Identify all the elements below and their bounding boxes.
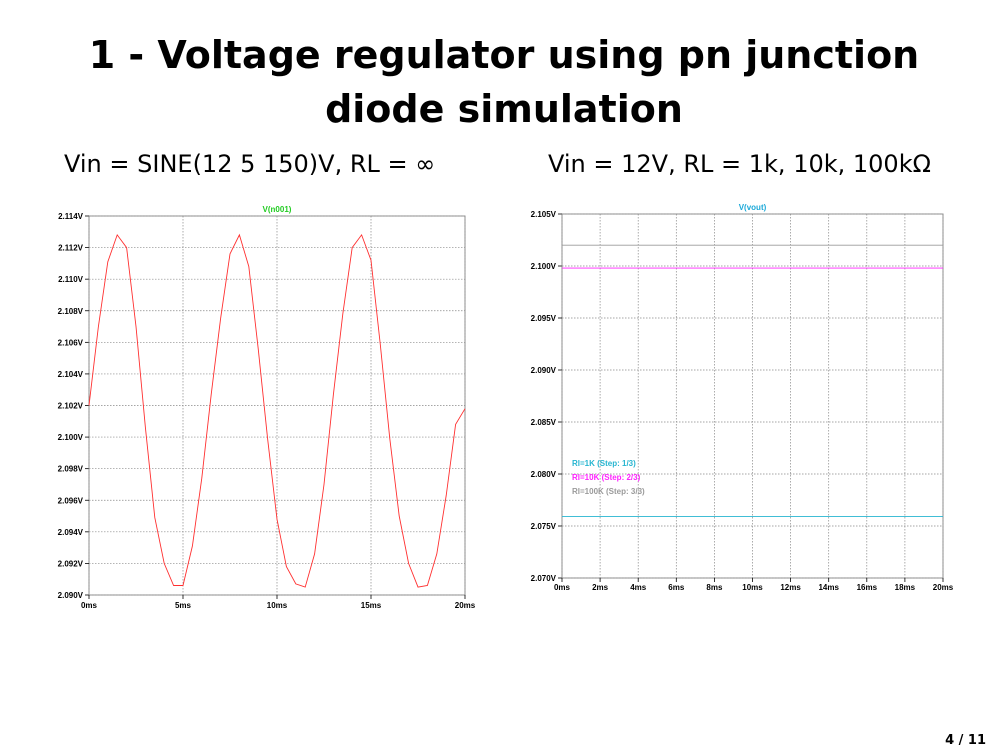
right-x-tick-label: 2ms: [592, 583, 609, 592]
right-x-tick-label: 8ms: [706, 583, 723, 592]
left-y-tick-label: 2.110V: [58, 275, 84, 284]
right-chart-caption: Vin = 12V, RL = 1k, 10k, 100kΩ: [548, 150, 931, 178]
left-y-tick-label: 2.114V: [58, 212, 84, 221]
right-y-tick-label: 2.105V: [531, 210, 557, 219]
left-y-tick-label: 2.104V: [58, 370, 84, 379]
left-y-tick-label: 2.094V: [58, 528, 84, 537]
right-x-tick-label: 12ms: [780, 583, 801, 592]
left-x-tick-label: 10ms: [267, 601, 288, 610]
right-legend-entry: Rl=100K (Step: 3/3): [572, 487, 645, 496]
left-y-tick-label: 2.108V: [58, 307, 84, 316]
right-x-tick-label: 6ms: [668, 583, 685, 592]
left-chart-svg: 2.090V 2.092V 2.094V 2.096V 2.098V 2.100V 2.10…: [58, 205, 476, 610]
right-x-tick-label: 20ms: [933, 583, 954, 592]
right-x-tick-label: 4ms: [630, 583, 647, 592]
right-y-tick-label: 2.095V: [531, 314, 557, 323]
right-x-tick-label: 10ms: [742, 583, 763, 592]
right-y-tick-label: 2.080V: [531, 470, 557, 479]
left-y-tick-label: 2.100V: [58, 433, 84, 442]
left-y-tick-label: 2.096V: [58, 496, 84, 505]
left-x-tick-label: 5ms: [175, 601, 192, 610]
right-y-tick-label: 2.090V: [531, 366, 557, 375]
left-y-tick-label: 2.112V: [58, 244, 84, 253]
left-y-tick-label: 2.098V: [58, 465, 84, 474]
right-legend-entry: Rl=1K (Step: 1/3): [572, 459, 636, 468]
left-chart-caption: Vin = SINE(12 5 150)V, RL = ∞: [64, 150, 436, 178]
right-y-tick-label: 2.070V: [531, 574, 557, 583]
left-y-tick-label: 2.106V: [58, 338, 84, 347]
left-x-tick-label: 15ms: [361, 601, 382, 610]
right-chart-svg: 2.070V 2.075V 2.080V 2.085V 2.090V 2.095V 2.10…: [531, 203, 954, 592]
left-chart-title: V(n001): [263, 205, 292, 214]
right-chart-title: V(vout): [739, 203, 767, 212]
load-step-plot: 2.070V 2.075V 2.080V 2.085V 2.090V 2.095V 2.10…: [527, 200, 959, 598]
left-y-tick-label: 2.090V: [58, 591, 84, 600]
right-legend-entry: Rl=10K (Step: 2/3): [572, 473, 641, 482]
right-x-tick-label: 18ms: [895, 583, 916, 592]
right-x-tick-label: 16ms: [857, 583, 878, 592]
right-x-tick-label: 14ms: [818, 583, 839, 592]
right-x-tick-label: 0ms: [554, 583, 571, 592]
page-number: 4 / 11: [945, 733, 986, 748]
slide-title: 1 - Voltage regulator using pn junction …: [88, 33, 920, 131]
right-y-tick-label: 2.075V: [531, 522, 557, 531]
left-x-tick-label: 20ms: [455, 601, 476, 610]
right-y-tick-label: 2.085V: [531, 418, 557, 427]
right-y-tick-label: 2.100V: [531, 262, 557, 271]
left-y-tick-label: 2.102V: [58, 402, 84, 411]
sine-input-plot: 2.090V 2.092V 2.094V 2.096V 2.098V 2.100V 2.10…: [48, 202, 480, 614]
left-x-tick-label: 0ms: [81, 601, 98, 610]
left-y-tick-label: 2.092V: [58, 559, 84, 568]
